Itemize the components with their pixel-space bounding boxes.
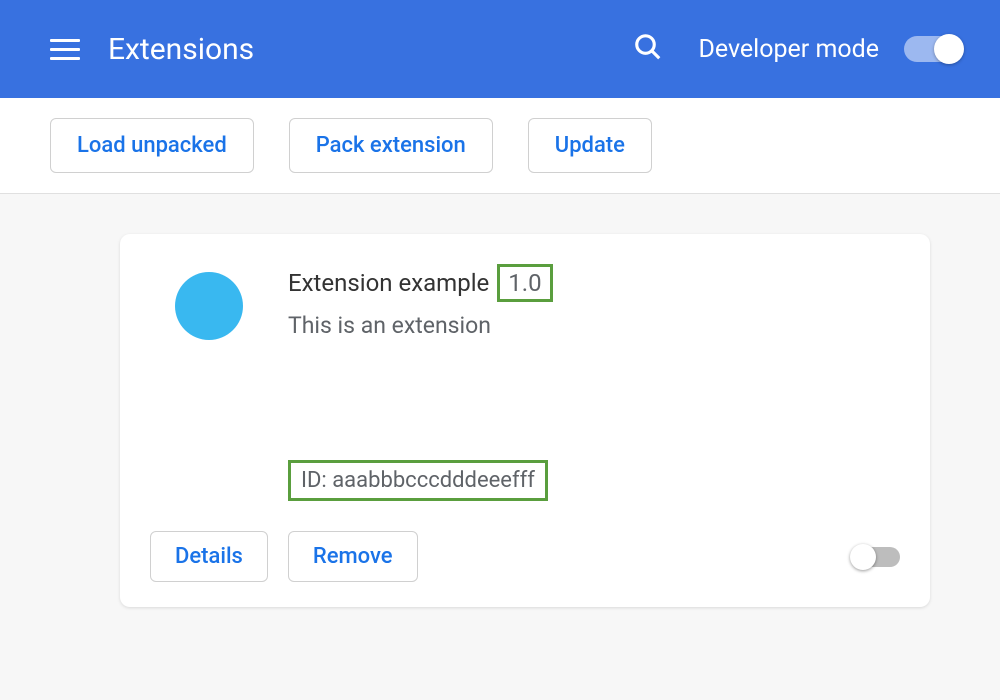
developer-mode-toggle[interactable] bbox=[904, 36, 960, 62]
pack-extension-button[interactable]: Pack extension bbox=[289, 118, 493, 173]
extension-id: ID: aaabbbcccdddeeefff bbox=[288, 460, 548, 501]
extension-title-row: Extension example 1.0 bbox=[288, 264, 900, 302]
load-unpacked-button[interactable]: Load unpacked bbox=[50, 118, 254, 173]
menu-icon[interactable] bbox=[50, 39, 80, 60]
app-header: Extensions Developer mode bbox=[0, 0, 1000, 98]
update-button[interactable]: Update bbox=[528, 118, 652, 173]
toggle-knob bbox=[934, 34, 964, 64]
extension-icon bbox=[175, 272, 243, 340]
extension-name: Extension example bbox=[288, 269, 489, 297]
extension-card: Extension example 1.0 This is an extensi… bbox=[120, 234, 930, 607]
developer-toolbar: Load unpacked Pack extension Update bbox=[0, 98, 1000, 194]
remove-button[interactable]: Remove bbox=[288, 531, 418, 582]
id-value: aaabbbcccdddeeefff bbox=[332, 468, 535, 493]
extension-id-row: ID: aaabbbcccdddeeefff bbox=[288, 460, 900, 501]
details-button[interactable]: Details bbox=[150, 531, 268, 582]
extensions-list: Extension example 1.0 This is an extensi… bbox=[0, 194, 1000, 700]
developer-mode-label: Developer mode bbox=[698, 35, 879, 64]
extension-enable-toggle[interactable] bbox=[852, 547, 900, 567]
extension-info: Extension example 1.0 This is an extensi… bbox=[288, 264, 900, 339]
extension-version: 1.0 bbox=[497, 264, 552, 302]
id-label: ID: bbox=[301, 468, 327, 493]
page-title: Extensions bbox=[108, 32, 633, 67]
card-actions: Details Remove bbox=[150, 531, 900, 582]
search-icon[interactable] bbox=[633, 32, 663, 66]
extension-description: This is an extension bbox=[288, 312, 900, 339]
card-header: Extension example 1.0 This is an extensi… bbox=[150, 264, 900, 340]
toggle-knob bbox=[850, 544, 876, 570]
